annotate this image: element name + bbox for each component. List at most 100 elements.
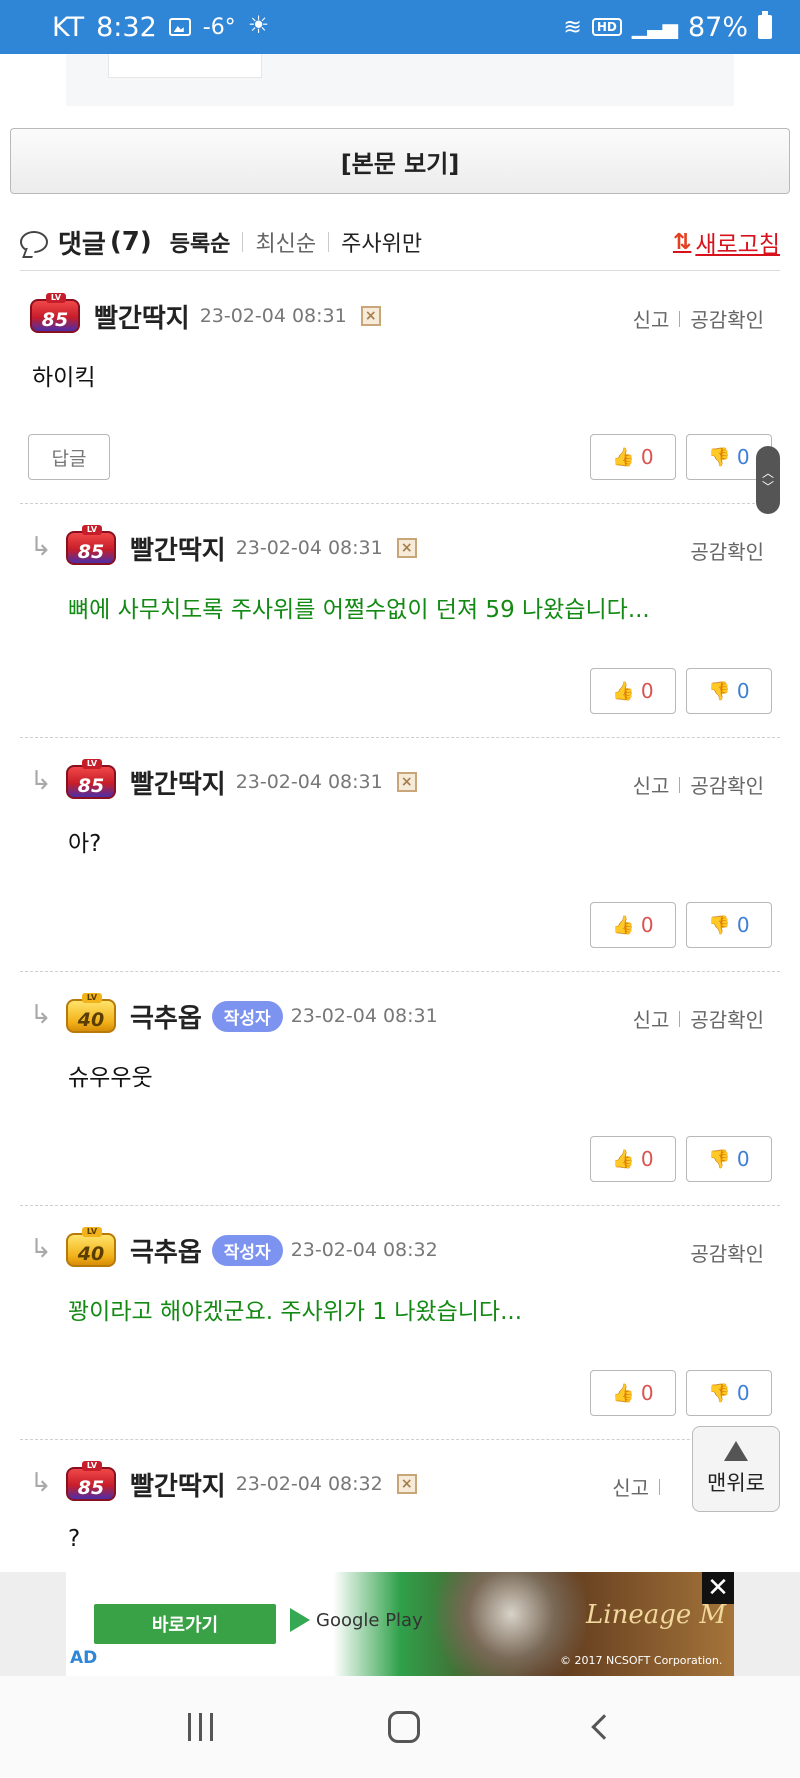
downvote-button[interactable]: 👎 0 <box>686 1136 772 1182</box>
clock: 8:32 <box>96 11 157 43</box>
downvote-count: 0 <box>736 913 750 937</box>
reply-arrow-icon: ↳ <box>30 1000 52 1030</box>
upvote-button[interactable]: 👍 0 <box>590 668 676 714</box>
ad-copyright: © 2017 NCSOFT Corporation. <box>560 1654 723 1667</box>
downvote-count: 0 <box>736 445 750 469</box>
comment-nickname[interactable]: 극추옵 <box>130 998 202 1035</box>
reply-button[interactable]: 답글 <box>28 434 110 480</box>
upvote-button[interactable]: 👍 0 <box>590 1136 676 1182</box>
ad-banner[interactable]: 바로가기 Google Play Lineage M © 2017 NCSOFT… <box>66 1572 734 1676</box>
status-bar: KT 8:32 -6° ≋ HD ▁▃▅ 87% <box>0 0 800 54</box>
comment-actions: 신고 공감확인 <box>633 1004 764 1033</box>
comment-text: 슈우우웃 <box>68 1065 153 1091</box>
sympathy-check-link[interactable]: 공감확인 <box>690 1004 764 1033</box>
comment-bubble-icon <box>20 231 48 253</box>
temperature: -6° <box>202 14 236 40</box>
level-value: 85 <box>77 541 105 563</box>
comment-text: ? <box>68 1526 81 1552</box>
sympathy-check-link[interactable]: 공감확인 <box>690 1238 764 1267</box>
level-value: 40 <box>77 1243 105 1265</box>
sort-dice-only[interactable]: 주사위만 <box>341 226 422 258</box>
comment-nickname[interactable]: 빨간딱지 <box>94 298 190 335</box>
home-icon[interactable] <box>387 1711 420 1743</box>
comment-date: 23-02-04 08:32 <box>235 1473 383 1495</box>
report-link[interactable]: 신고 <box>612 1472 649 1501</box>
level-value: 40 <box>77 1009 105 1031</box>
level-tag: LV <box>82 1227 102 1237</box>
comment-meta: LV 85 빨간딱지 23-02-04 08:31 × <box>66 525 417 568</box>
level-badge: LV 85 <box>30 293 80 333</box>
reply-arrow-icon: ↳ <box>30 532 52 562</box>
level-badge: LV 85 <box>66 759 116 799</box>
reply-arrow-icon: ↳ <box>30 1234 52 1264</box>
upvote-button[interactable]: 👍 0 <box>590 434 676 480</box>
level-badge: LV 40 <box>66 1227 116 1267</box>
level-tag: LV <box>46 293 66 303</box>
comment-date: 23-02-04 08:31 <box>199 305 347 327</box>
comment-actions: 공감확인 <box>690 536 764 565</box>
upvote-count: 0 <box>640 1147 654 1171</box>
report-link[interactable]: 신고 <box>633 770 670 799</box>
sort-divider <box>328 232 330 252</box>
ad-go-button[interactable]: 바로가기 <box>94 1604 276 1644</box>
ad-label: AD <box>70 1648 98 1668</box>
comment-nickname[interactable]: 빨간딱지 <box>130 530 226 567</box>
view-body-button[interactable]: [본문 보기] <box>10 128 790 194</box>
action-divider <box>679 310 681 327</box>
scroll-handle[interactable]: ︿ ﹀ <box>756 446 780 514</box>
refresh-button[interactable]: ⇅ 새로고침 <box>673 225 780 259</box>
upvote-button[interactable]: 👍 0 <box>590 902 676 948</box>
level-badge: LV 85 <box>66 1461 116 1501</box>
downvote-count: 0 <box>736 1381 750 1405</box>
memo-icon[interactable]: × <box>396 772 417 792</box>
level-badge: LV 40 <box>66 993 116 1033</box>
back-to-top-button[interactable]: 맨위로 <box>692 1426 780 1512</box>
comment-nickname[interactable]: 빨간딱지 <box>130 1466 226 1503</box>
reply-comment-item: ↳ LV 40 극추옵 작성자 23-02-04 08:32 공감확인 꽝이라고 … <box>20 1206 780 1440</box>
level-badge: LV 85 <box>66 525 116 565</box>
sympathy-check-link[interactable]: 공감확인 <box>690 304 764 333</box>
reply-comment-item: ↳ LV 40 극추옵 작성자 23-02-04 08:31 신고 공감확인 슈우우… <box>20 972 780 1206</box>
comment-item: LV 85 빨간딱지 23-02-04 08:31 × 신고 공감확인 하이킥 답글… <box>20 272 780 504</box>
signal-icon: ▁▃▅ <box>631 15 678 39</box>
thumbs-down-icon: 👎 <box>708 1382 731 1404</box>
comment-actions: 공감확인 <box>690 1238 764 1267</box>
comment-text: 아? <box>68 831 102 857</box>
comment-nickname[interactable]: 극추옵 <box>130 1232 202 1269</box>
thumbs-up-icon: 👍 <box>612 914 635 936</box>
sympathy-check-link[interactable]: 공감확인 <box>690 770 764 799</box>
memo-icon[interactable]: × <box>360 306 381 326</box>
action-divider <box>659 1478 660 1495</box>
comment-date: 23-02-04 08:31 <box>235 771 383 793</box>
sort-by-registration[interactable]: 등록순 <box>170 226 231 258</box>
comments-title: 댓글 <box>58 229 106 260</box>
battery-icon <box>758 11 772 39</box>
level-tag: LV <box>82 759 102 769</box>
upvote-count: 0 <box>640 679 654 703</box>
upvote-count: 0 <box>640 1381 654 1405</box>
report-link[interactable]: 신고 <box>633 304 670 333</box>
sympathy-check-link[interactable]: 공감확인 <box>690 536 764 565</box>
memo-icon[interactable]: × <box>396 1474 417 1494</box>
previous-section-remnant <box>66 54 734 106</box>
downvote-button[interactable]: 👎 0 <box>686 668 772 714</box>
level-value: 85 <box>41 309 69 331</box>
recent-apps-icon[interactable] <box>187 1713 213 1741</box>
ad-banner-area: 바로가기 Google Play Lineage M © 2017 NCSOFT… <box>0 1572 800 1676</box>
sort-by-latest[interactable]: 최신순 <box>255 226 316 258</box>
downvote-button[interactable]: 👎 0 <box>686 1370 772 1416</box>
comment-actions: 신고 공감확인 <box>633 770 764 799</box>
upvote-button[interactable]: 👍 0 <box>590 1370 676 1416</box>
back-icon[interactable] <box>590 1714 617 1740</box>
carrier-label: KT <box>52 11 85 43</box>
refresh-label: 새로고침 <box>695 232 780 258</box>
report-link[interactable]: 신고 <box>633 1004 670 1033</box>
action-divider <box>679 776 681 793</box>
comment-nickname[interactable]: 빨간딱지 <box>130 764 226 801</box>
upvote-count: 0 <box>640 445 654 469</box>
ad-close-icon[interactable]: ✕ <box>702 1572 734 1604</box>
ad-game-logo: Lineage M <box>586 1600 727 1630</box>
wifi-icon: ≋ <box>563 14 582 40</box>
downvote-button[interactable]: 👎 0 <box>686 902 772 948</box>
memo-icon[interactable]: × <box>396 538 417 558</box>
